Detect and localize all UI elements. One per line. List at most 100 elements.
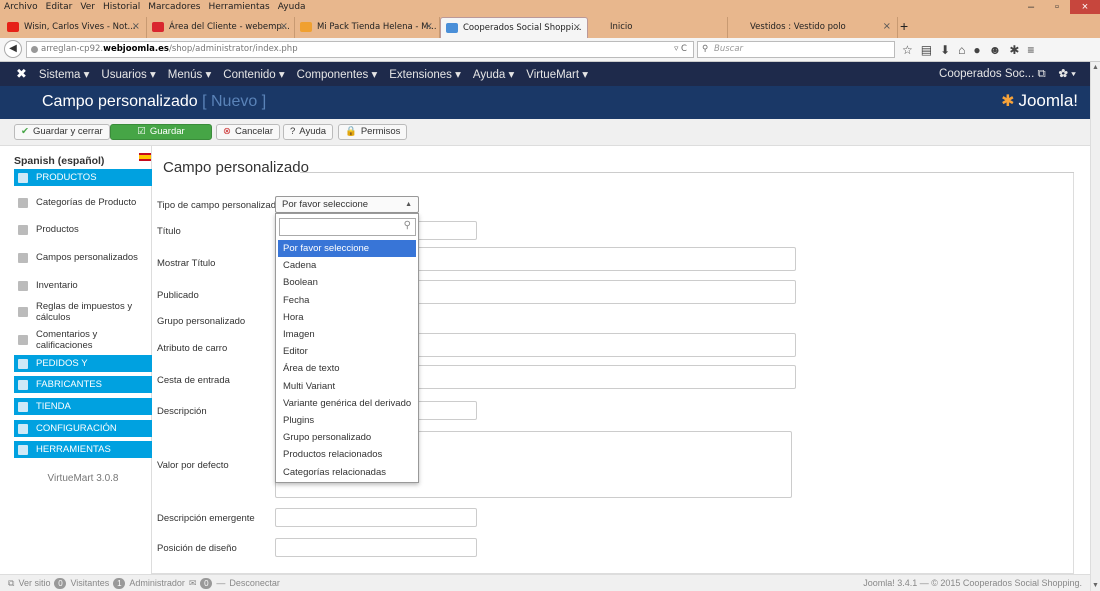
sidebar-item-1[interactable]: Categorías de Producto bbox=[14, 194, 152, 211]
dropdown-option-13[interactable]: Categorías relacionadas bbox=[278, 464, 416, 481]
admin-menu-item-2[interactable]: Menús ▾ bbox=[168, 67, 211, 81]
menu-5[interactable]: Herramientas bbox=[208, 2, 269, 12]
nav-icon-4[interactable]: ● bbox=[973, 40, 980, 60]
dropdown-option-3[interactable]: Fecha bbox=[278, 292, 416, 309]
admin-menu-item-1[interactable]: Usuarios ▾ bbox=[101, 67, 155, 81]
sidebar-item-icon bbox=[18, 307, 28, 317]
help-button[interactable]: ? Ayuda bbox=[283, 124, 334, 140]
dropdown-option-8[interactable]: Multi Variant bbox=[278, 378, 416, 395]
dropdown-option-11[interactable]: Grupo personalizado bbox=[278, 429, 416, 446]
menu-1[interactable]: Editar bbox=[46, 2, 73, 12]
scroll-up-icon[interactable]: ▲ bbox=[1092, 64, 1099, 71]
url-bar[interactable]: arreglan-cp92.webjoomla.es/shop/administ… bbox=[26, 41, 694, 58]
form-label-0: Tipo de campo personalizado bbox=[157, 200, 282, 211]
admin-menu-item-7[interactable]: VirtueMart ▾ bbox=[526, 67, 588, 81]
admin-menu-item-3[interactable]: Contenido ▾ bbox=[223, 67, 284, 81]
view-site-link[interactable]: Ver sitio bbox=[18, 575, 50, 591]
admin-label: Administrador bbox=[129, 578, 185, 588]
layout-position-input[interactable] bbox=[275, 538, 477, 557]
permissions-button[interactable]: 🔒 Permisos bbox=[338, 124, 408, 140]
dropdown-option-4[interactable]: Hora bbox=[278, 309, 416, 326]
save-button[interactable]: ☑ Guardar bbox=[110, 124, 212, 140]
menu-4[interactable]: Marcadores bbox=[148, 2, 200, 12]
search-placeholder: Buscar bbox=[714, 44, 744, 54]
search-input[interactable]: ⚲ Buscar bbox=[697, 41, 895, 58]
admin-menu-item-0[interactable]: Sistema ▾ bbox=[39, 67, 90, 81]
dropdown-option-2[interactable]: Boolean bbox=[278, 274, 416, 291]
dropdown-search-input[interactable]: ⚲ bbox=[279, 218, 416, 236]
toolbar-icons: ☆ ▤ ⬇ ⌂ ● ☻ ✱ ≡ bbox=[902, 40, 1034, 60]
form-label-2: Mostrar Título bbox=[157, 258, 216, 269]
sidebar-item-2[interactable]: Productos bbox=[14, 221, 152, 238]
dropdown-option-1[interactable]: Cadena bbox=[278, 257, 416, 274]
scroll-down-icon[interactable]: ▼ bbox=[1092, 582, 1099, 589]
sidebar-item-3[interactable]: Campos personalizados bbox=[14, 249, 152, 266]
browser-tab-4[interactable]: Inicio bbox=[588, 17, 728, 38]
field-type-select[interactable]: Por favor seleccione ▲ bbox=[275, 196, 419, 213]
nav-icon-3[interactable]: ⌂ bbox=[958, 40, 965, 60]
nav-icon-2[interactable]: ⬇ bbox=[940, 40, 950, 60]
sidebar-item-9[interactable]: TIENDA bbox=[14, 398, 152, 415]
external-link-icon: ⧉ bbox=[8, 578, 15, 588]
sidebar-item-label: CONFIGURACIÓN bbox=[36, 423, 117, 434]
browser-tab-2[interactable]: Mi Pack Tienda Helena - M... × bbox=[295, 17, 440, 38]
sidebar-item-8[interactable]: FABRICANTES bbox=[14, 376, 152, 393]
cancel-button[interactable]: ⊗ Cancelar bbox=[216, 124, 280, 140]
form-label-8: Valor por defecto bbox=[157, 460, 229, 471]
dropdown-option-6[interactable]: Editor bbox=[278, 343, 416, 360]
nav-icon-7[interactable]: ≡ bbox=[1027, 40, 1034, 60]
site-link[interactable]: Cooperados Soc... ⧉ bbox=[939, 68, 1046, 80]
back-button[interactable]: ◀ bbox=[4, 40, 22, 58]
close-tab-icon[interactable]: × bbox=[132, 17, 140, 37]
sidebar-item-4[interactable]: Inventario bbox=[14, 277, 152, 294]
reload-icon[interactable]: ▿ C bbox=[674, 42, 687, 57]
menu-6[interactable]: Ayuda bbox=[278, 2, 306, 12]
sidebar-item-7[interactable]: PEDIDOS Y bbox=[14, 355, 152, 372]
dropdown-option-12[interactable]: Productos relacionados bbox=[278, 446, 416, 463]
menu-3[interactable]: Historial bbox=[103, 2, 140, 12]
messages-count-badge: 0 bbox=[200, 577, 213, 589]
dropdown-option-5[interactable]: Imagen bbox=[278, 326, 416, 343]
form-label-3: Publicado bbox=[157, 290, 199, 301]
admin-menu-item-5[interactable]: Extensiones ▾ bbox=[389, 67, 461, 81]
browser-tab-5[interactable]: Vestidos : Vestido polo × bbox=[728, 17, 898, 38]
spain-flag-icon[interactable] bbox=[139, 153, 151, 161]
new-tab-button[interactable]: + bbox=[900, 17, 908, 35]
menu-0[interactable]: Archivo bbox=[4, 2, 38, 12]
sidebar-item-5[interactable]: Reglas de impuestos y cálculos bbox=[14, 300, 152, 324]
sidebar-item-0[interactable]: PRODUCTOS bbox=[14, 169, 152, 186]
dropdown-option-7[interactable]: Área de texto bbox=[278, 360, 416, 377]
nav-icon-0[interactable]: ☆ bbox=[902, 40, 913, 60]
close-tab-icon[interactable]: × bbox=[883, 17, 891, 37]
nav-icon-6[interactable]: ✱ bbox=[1009, 40, 1019, 60]
tooltip-input[interactable] bbox=[275, 508, 477, 527]
envelope-icon[interactable]: ✉ bbox=[189, 575, 197, 591]
browser-tab-1[interactable]: Área del Cliente - webemp... × bbox=[147, 17, 295, 38]
dropdown-option-9[interactable]: Variante genérica del derivado bbox=[278, 395, 416, 412]
sidebar-item-11[interactable]: HERRAMIENTAS bbox=[14, 441, 152, 458]
menu-2[interactable]: Ver bbox=[80, 2, 95, 12]
close-tab-icon[interactable]: × bbox=[573, 18, 581, 38]
sidebar-item-6[interactable]: Comentarios y calificaciones bbox=[14, 328, 152, 352]
nav-icon-1[interactable]: ▤ bbox=[921, 40, 932, 60]
settings-icon[interactable]: ✿ ▾ bbox=[1058, 68, 1076, 80]
nav-icon-5[interactable]: ☻ bbox=[989, 40, 1002, 60]
url-domain: webjoomla.es bbox=[103, 44, 169, 54]
site-info-icon[interactable] bbox=[31, 46, 38, 53]
browser-tab-0[interactable]: Wisin, Carlos Vives - Not... × bbox=[2, 17, 147, 38]
close-tab-icon[interactable]: × bbox=[280, 17, 288, 37]
copyright-text: Joomla! 3.4.1 — © 2015 Cooperados Social… bbox=[863, 578, 1082, 588]
sidebar-item-10[interactable]: CONFIGURACIÓN bbox=[14, 420, 152, 437]
admin-menu-item-6[interactable]: Ayuda ▾ bbox=[473, 67, 514, 81]
save-icon: ☑ bbox=[137, 126, 146, 137]
joomla-logo-icon: ✱ bbox=[1001, 93, 1015, 110]
joomla-menu-icon[interactable]: ✖ bbox=[16, 66, 27, 82]
admin-menu-item-4[interactable]: Componentes ▾ bbox=[297, 67, 378, 81]
browser-tab-3[interactable]: Cooperados Social Shoppi... × bbox=[440, 17, 588, 38]
page-scrollbar[interactable]: ▲ ▼ bbox=[1090, 62, 1100, 591]
dropdown-option-0[interactable]: Por favor seleccione bbox=[278, 240, 416, 257]
close-tab-icon[interactable]: × bbox=[425, 17, 433, 37]
dropdown-option-10[interactable]: Plugins bbox=[278, 412, 416, 429]
logout-link[interactable]: Desconectar bbox=[229, 575, 280, 591]
save-close-button[interactable]: ✔ Guardar y cerrar bbox=[14, 124, 110, 140]
